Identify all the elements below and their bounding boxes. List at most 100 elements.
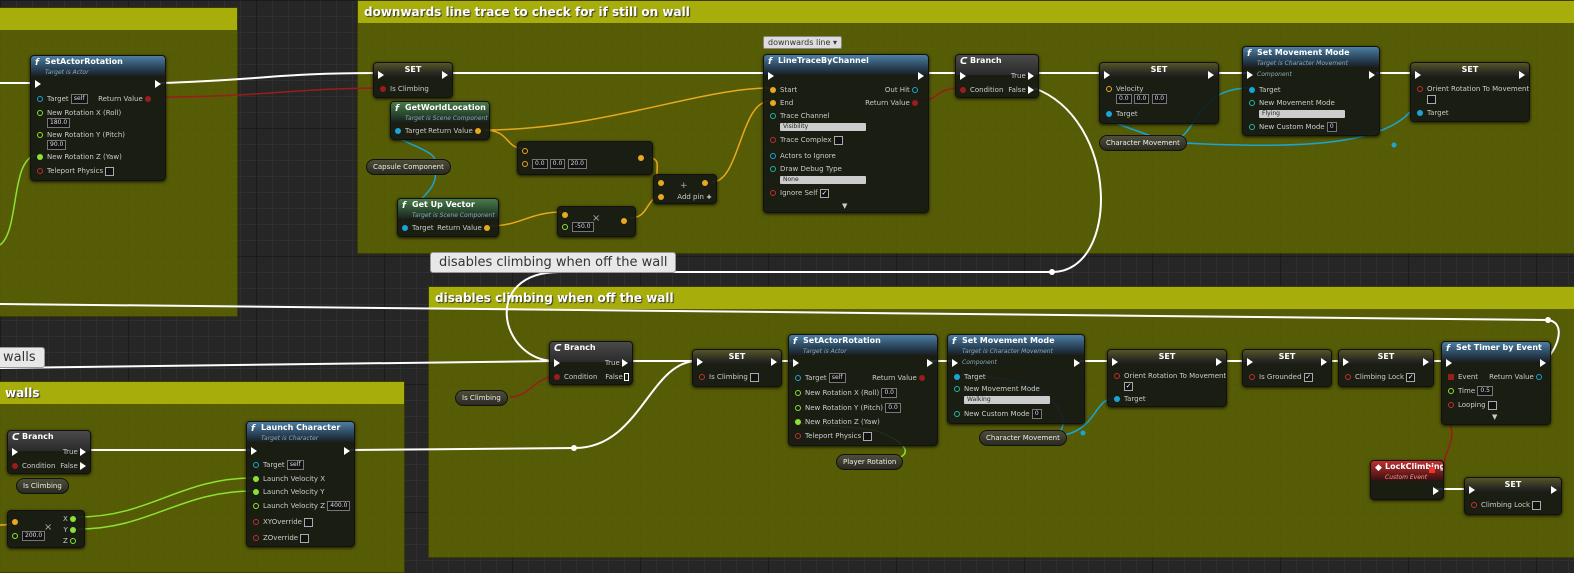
trace-complex-pin[interactable]: Trace Complex (770, 135, 843, 145)
custom-mode-pin[interactable]: New Custom Mode 0 (1249, 122, 1337, 132)
velocity-pin[interactable]: Velocity 0.0 0.0 0.0 (1106, 84, 1168, 104)
exec-in-pin[interactable] (12, 447, 18, 457)
vector-x[interactable]: 0.0 (532, 159, 548, 169)
chevron-down-icon[interactable]: ▾ (833, 38, 837, 47)
trace-complex-checkbox[interactable] (833, 135, 843, 145)
exec-out-pin[interactable] (1208, 70, 1214, 80)
return-value-pin[interactable]: Return Value (1489, 372, 1546, 382)
node-multiply[interactable]: -50.0 × (557, 206, 636, 237)
multiply-in-a[interactable] (562, 210, 572, 220)
node-lock-climbing-event[interactable]: ◆ LockClimbing Custom Event (1370, 460, 1444, 500)
multiply-value[interactable]: -50.0 (572, 222, 594, 232)
target-pin[interactable]: Target (954, 372, 986, 382)
rotation-y-pin[interactable]: New Rotation Y (Pitch) 0.0 (795, 403, 901, 413)
exec-out-pin[interactable] (1540, 358, 1546, 368)
node-branch-left[interactable]: ᑕ Branch True Condition False (7, 430, 91, 474)
exec-in-pin[interactable] (1112, 357, 1118, 367)
node-branch-bottom[interactable]: ᑕ Branch True Condition False (549, 341, 633, 385)
target-value[interactable]: self (70, 94, 88, 104)
node-set-actor-rotation-top[interactable]: f SetActorRotation Target is Actor Target … (30, 55, 166, 181)
launch-velocity-x-pin[interactable]: Launch Velocity X (253, 474, 325, 484)
false-pin[interactable]: False (1008, 85, 1034, 95)
launch-velocity-z-value[interactable]: 400.0 (327, 501, 351, 511)
exec-in-pin[interactable] (952, 358, 958, 368)
vector-xyz-pin[interactable]: 0.0 0.0 20.0 (522, 159, 587, 169)
exec-in-pin[interactable] (378, 70, 384, 80)
exec-out-pin[interactable] (344, 446, 350, 456)
exec-out-pin[interactable] (1074, 358, 1080, 368)
exec-out-pin[interactable] (442, 70, 448, 80)
looping-pin[interactable]: Looping (1448, 400, 1497, 410)
rotation-y-value[interactable]: 90.0 (47, 140, 67, 150)
node-set-climbing-lock[interactable]: SET Climbing Lock ✓ (1338, 349, 1434, 387)
node-line-trace[interactable]: f LineTraceByChannel Start Out Hit End Re… (763, 54, 929, 213)
expand-arrow-icon[interactable]: ▼ (1492, 412, 1497, 422)
return-value-pin[interactable]: Return Value (865, 98, 922, 108)
orient-rotation-checkbox[interactable]: ✓ (1124, 381, 1133, 391)
rotation-x-value[interactable]: 0.0 (881, 388, 897, 398)
time-value[interactable]: 0.5 (1477, 386, 1493, 396)
node-set-timer-by-event[interactable]: f Set Timer by Event Event Return Value T… (1441, 341, 1551, 425)
exec-in-pin[interactable] (1247, 357, 1253, 367)
rotation-x-pin[interactable]: New Rotation X (Roll) 0.0 (795, 388, 897, 398)
return-value-pin[interactable]: Return Value (437, 223, 494, 233)
trace-channel-pin[interactable]: Trace Channel Visibility (770, 111, 866, 131)
comment-bubble-walls[interactable]: walls (0, 347, 45, 368)
x-out-pin[interactable]: X (63, 514, 80, 524)
node-set-movement-mode-bottom[interactable]: f Set Movement Mode Target is Character Mo… (947, 334, 1085, 424)
return-value-pin[interactable]: Return Value (98, 94, 155, 104)
float-value[interactable]: 200.0 (22, 531, 46, 541)
node-branch-top[interactable]: ᑕ Branch True Condition False (955, 54, 1039, 98)
character-movement-var-top[interactable]: Character Movement (1099, 135, 1187, 151)
exec-out-pin[interactable] (1433, 486, 1439, 496)
node-add[interactable]: + Add pin + (653, 174, 717, 204)
vector-in-pin[interactable] (522, 146, 532, 156)
node-set-orient-top[interactable]: SET Orient Rotation To Movement Target (1410, 62, 1530, 122)
multiply-in-b[interactable]: -50.0 (562, 222, 594, 232)
target-value[interactable]: self (286, 460, 304, 470)
xy-override-pin[interactable]: XYOverride (253, 517, 314, 527)
exec-in-pin[interactable] (1104, 70, 1110, 80)
target-pin[interactable]: Target (1114, 394, 1146, 404)
draw-debug-pin[interactable]: Draw Debug Type None (770, 164, 866, 184)
player-rotation-var[interactable]: Player Rotation (836, 454, 904, 470)
target-pin[interactable]: Target (1249, 85, 1281, 95)
add-in-b[interactable] (658, 192, 668, 202)
exec-out-pin[interactable] (927, 358, 933, 368)
z-out-pin[interactable]: Z (63, 536, 80, 546)
draw-debug-dropdown[interactable]: None (780, 176, 866, 184)
exec-out-pin[interactable] (1369, 70, 1375, 80)
node-set-climbing-lock-event[interactable]: SET Climbing Lock (1464, 477, 1562, 515)
movement-mode-pin[interactable]: New Movement Mode Flying (1249, 98, 1345, 118)
z-override-pin[interactable]: ZOverride (253, 533, 310, 543)
is-climbing-checkbox[interactable] (750, 372, 760, 382)
exec-in-pin[interactable] (1415, 70, 1421, 80)
exec-in-pin[interactable] (1446, 358, 1452, 368)
orient-rotation-checkbox[interactable] (1427, 94, 1436, 104)
custom-mode-value[interactable]: 0 (1326, 122, 1337, 132)
custom-mode-value[interactable]: 0 (1031, 409, 1042, 419)
is-climbing-pin[interactable]: Is Climbing (380, 84, 429, 94)
capsule-component-var[interactable]: Capsule Component (366, 159, 451, 175)
vector-out-pin[interactable] (638, 153, 648, 163)
rotation-y-value[interactable]: 0.0 (885, 403, 901, 413)
rotation-z-pin[interactable]: New Rotation Z (Yaw) (37, 152, 122, 162)
movement-mode-pin[interactable]: New Movement Mode Walking (954, 384, 1050, 404)
character-movement-var-bottom[interactable]: Character Movement (979, 430, 1067, 446)
climbing-lock-pin[interactable]: Climbing Lock (1471, 500, 1542, 510)
exec-in-pin[interactable] (697, 357, 703, 367)
exec-in-pin[interactable] (35, 79, 41, 89)
target-pin[interactable]: Target (402, 223, 434, 233)
movement-mode-dropdown[interactable]: Flying (1259, 110, 1345, 118)
orient-rotation-pin[interactable]: Orient Rotation To Movement (1417, 84, 1529, 104)
target-pin[interactable]: Target self (253, 460, 304, 470)
target-value[interactable]: self (828, 373, 846, 383)
target-pin[interactable]: Target (1106, 109, 1138, 119)
event-pin[interactable]: Event (1448, 372, 1478, 382)
node-launch-character[interactable]: f Launch Character Target is Character Tar… (246, 421, 355, 547)
exec-in-pin[interactable] (768, 71, 774, 81)
node-set-is-grounded[interactable]: SET Is Grounded ✓ (1242, 349, 1332, 387)
add-in-a[interactable] (658, 178, 668, 188)
launch-velocity-y-pin[interactable]: Launch Velocity Y (253, 487, 325, 497)
y-out-pin[interactable]: Y (63, 525, 80, 535)
